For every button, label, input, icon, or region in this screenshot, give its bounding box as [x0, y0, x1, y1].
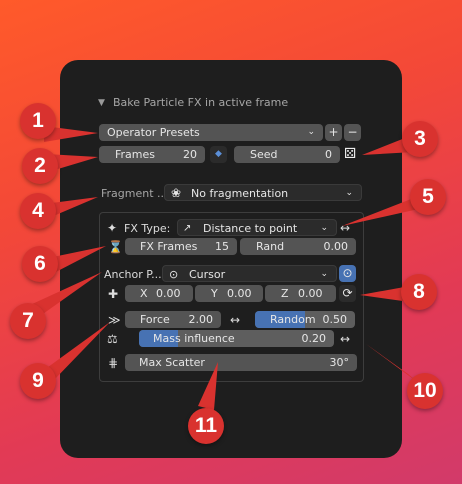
callout-badge-10: 10 — [407, 373, 443, 409]
callout-badge-1: 1 — [20, 103, 56, 139]
callout-badge-4: 4 — [20, 193, 56, 229]
callout-badge-6: 6 — [22, 246, 58, 282]
callout-badge-2: 2 — [22, 148, 58, 184]
callout-pointer-11 — [198, 362, 218, 410]
callout-badge-11: 11 — [188, 408, 224, 444]
callout-pointers — [30, 126, 432, 410]
callout-pointer-9 — [44, 322, 110, 380]
callout-badge-7: 7 — [10, 303, 46, 339]
callout-badge-9: 9 — [20, 363, 56, 399]
callout-badge-3: 3 — [402, 121, 438, 157]
callout-badge-8: 8 — [401, 274, 437, 310]
callout-badge-5: 5 — [410, 179, 446, 215]
